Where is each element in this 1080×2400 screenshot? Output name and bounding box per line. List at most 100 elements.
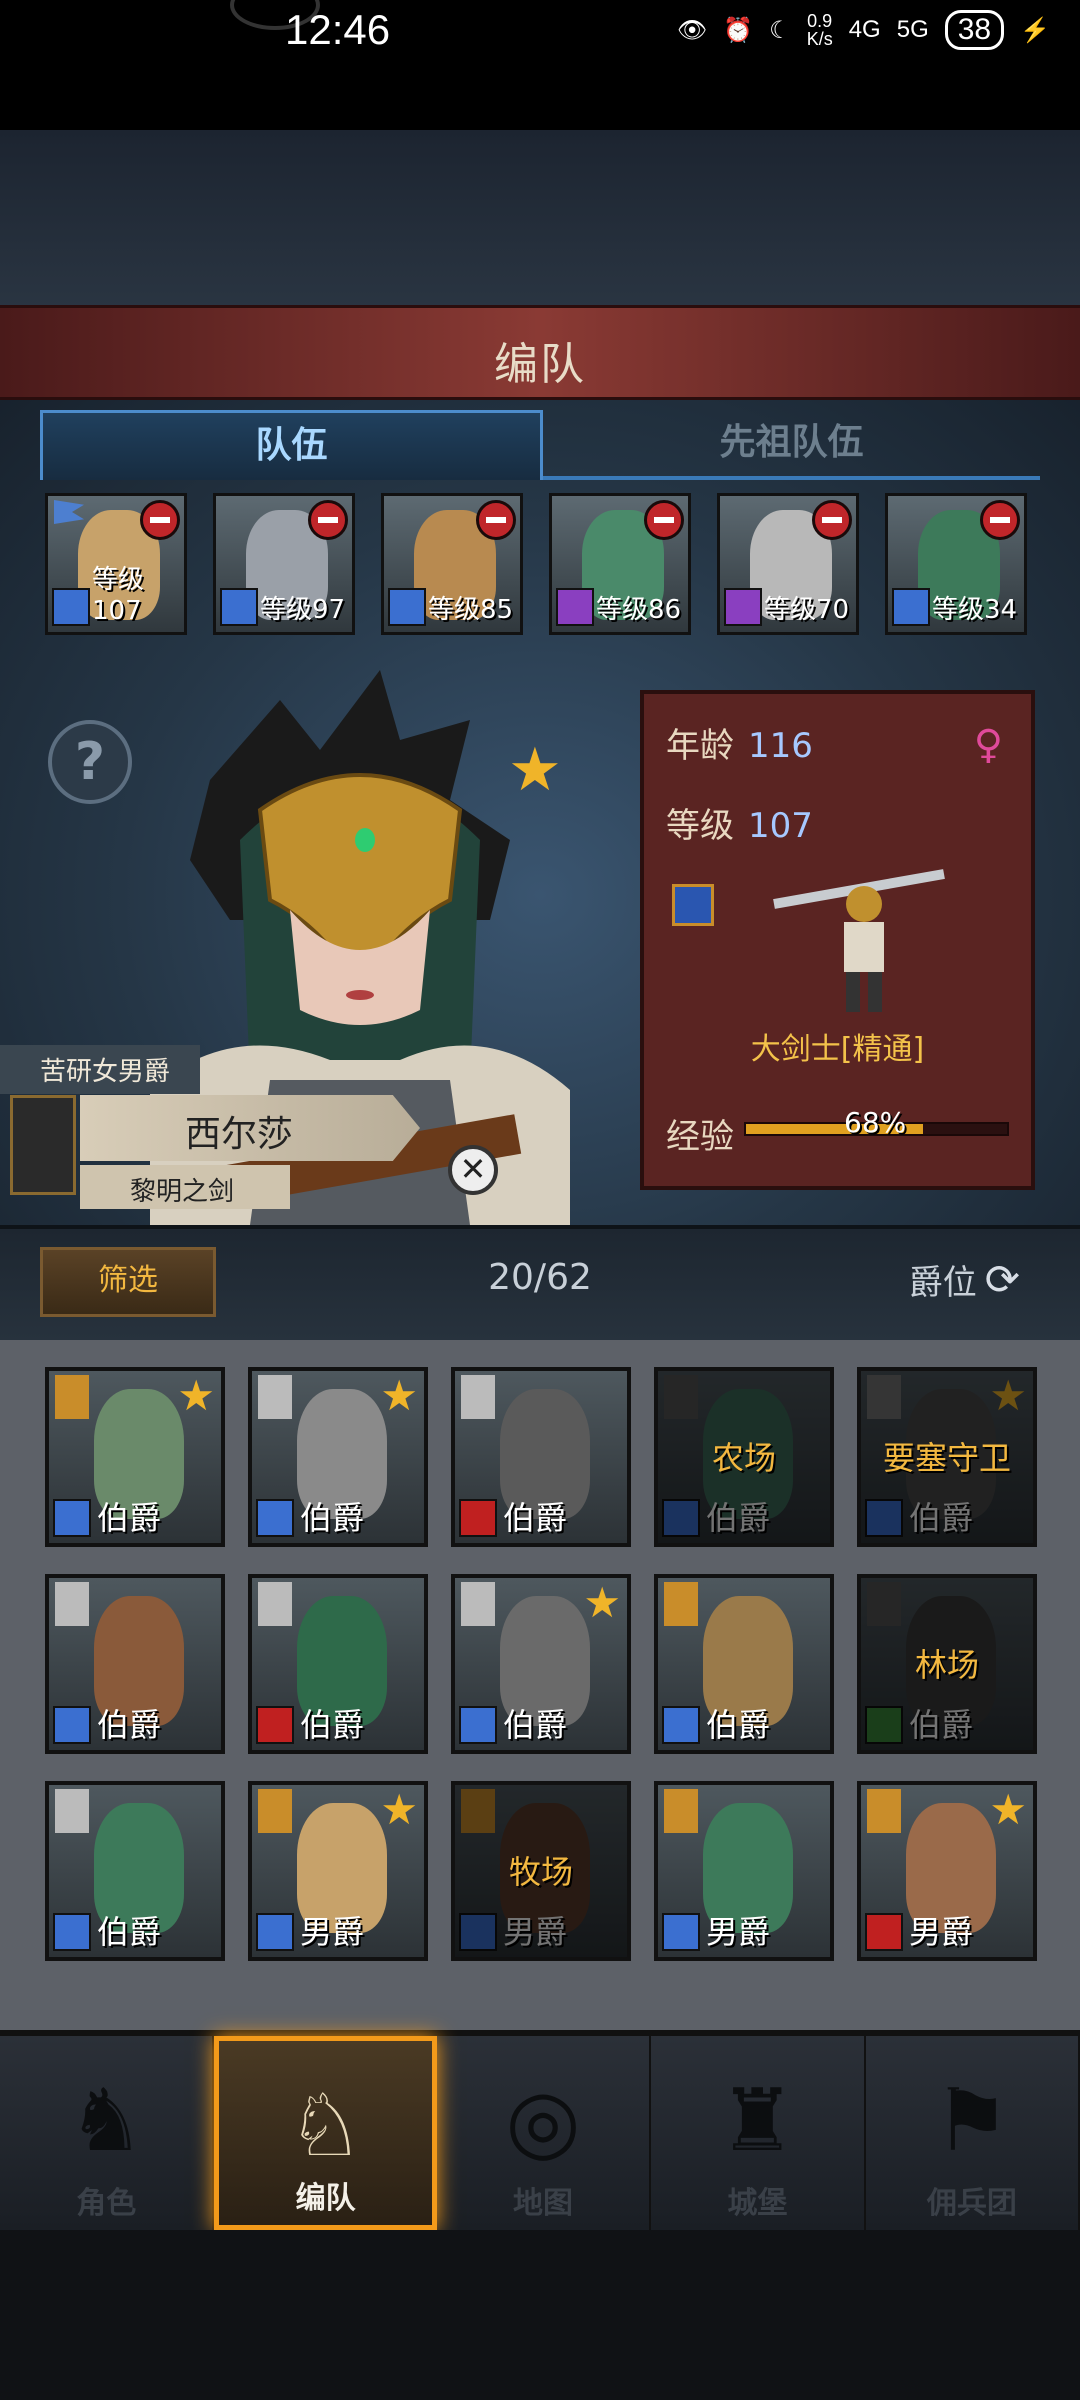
squad-member-6[interactable]: 等级34 [885,493,1027,635]
banner-icon [258,1375,292,1419]
remove-member-icon[interactable] [308,500,348,540]
nav-item-1[interactable]: ♘ 编队 [214,2036,437,2230]
tab-team[interactable]: 队伍 [40,410,543,480]
nav-item-2[interactable]: ◎ 地图 [437,2036,652,2230]
roster-card[interactable]: 伯爵 [451,1367,631,1547]
roster-card[interactable]: ★ 男爵 [248,1781,428,1961]
tab-ancestor-team[interactable]: 先祖队伍 [543,410,1040,480]
class-icon [459,1913,497,1951]
roster-card[interactable]: 伯爵 农场 [654,1367,834,1547]
hero-name: 西尔莎 [185,1114,294,1155]
squad-member-4[interactable]: 等级86 [549,493,691,635]
remove-hero-button[interactable]: ✕ [448,1145,498,1195]
squad-member-1[interactable]: 等级107 [45,493,187,635]
roster-card[interactable]: 伯爵 林场 [857,1574,1037,1754]
charging-icon: ⚡ [1020,16,1050,44]
assignment-label: 要塞守卫 [882,1439,1011,1477]
remove-member-icon[interactable] [812,500,852,540]
nav-label: 编队 [295,2181,356,2216]
rank-label: 男爵 [503,1913,568,1951]
remove-member-icon[interactable] [980,500,1020,540]
bottom-nav: ♞ 角色 ♘ 编队 ◎ 地图 ♜ 城堡 ⚑ 佣兵团 [0,2030,1080,2230]
member-level: 等级34 [932,595,1018,625]
rank-label: 伯爵 [909,1706,974,1744]
class-icon [662,1913,700,1951]
nav-item-0[interactable]: ♞ 角色 [0,2036,215,2230]
sort-button[interactable]: 爵位 ⟳ [909,1255,1020,1304]
class-icon [865,1706,903,1744]
member-level: 等级107 [92,565,145,626]
assignment-label: 牧场 [508,1853,573,1891]
tab-bar: 队伍 先祖队伍 [40,410,1040,480]
rank-label: 伯爵 [300,1499,365,1537]
hero-tag: 苦研女男爵 [0,1045,201,1094]
member-level: 等级97 [260,595,346,625]
roster-card[interactable]: ★ 男爵 [857,1781,1037,1961]
nav-icon: ♘ [287,2076,365,2176]
banner-icon [664,1375,698,1419]
roster-card[interactable]: ★ 伯爵 [248,1367,428,1547]
nav-icon: ♞ [67,2071,145,2171]
clock: 12:46 [285,6,391,53]
nav-label: 地图 [513,2186,574,2221]
page-title: 编队 [494,339,586,390]
remove-member-icon[interactable] [644,500,684,540]
star-icon: ★ [508,735,562,805]
roster-card[interactable]: ★ 伯爵 要塞守卫 [857,1367,1037,1547]
banner-icon [258,1582,292,1626]
roster-card[interactable]: ★ 伯爵 [451,1574,631,1754]
class-icon [256,1499,294,1537]
remove-member-icon[interactable] [476,500,516,540]
class-icon [724,588,762,626]
squad-member-5[interactable]: 等级70 [717,493,859,635]
nav-item-3[interactable]: ♜ 城堡 [651,2036,866,2230]
remove-member-icon[interactable] [140,500,180,540]
roster-panel: ★ 伯爵 ★ 伯爵 伯爵 伯爵 农场 ★ 伯爵 要塞守卫 伯爵 伯爵 ★ 伯爵 伯爵 伯爵 林场 伯爵 ★ 男爵 男爵牧… [0,1340,1080,2040]
class-icon [892,588,930,626]
rank-label: 伯爵 [503,1499,568,1537]
nav-icon: ♜ [718,2071,796,2171]
star-icon: ★ [989,1785,1027,1834]
rank-label: 伯爵 [97,1913,162,1951]
roster-card[interactable]: ★ 伯爵 [45,1367,225,1547]
nav-item-4[interactable]: ⚑ 佣兵团 [866,2036,1080,2230]
roster-card[interactable]: 伯爵 [45,1574,225,1754]
exp-percent: 68% [844,1106,907,1139]
unit-sprite [773,869,945,1012]
banner-icon [461,1375,495,1419]
hero-title: 黎明之剑 [130,1177,235,1207]
roster-card[interactable]: 伯爵 [248,1574,428,1754]
faction-emblem-icon [10,1095,76,1195]
battery-indicator: 38 [944,10,1005,50]
rank-label: 伯爵 [706,1499,771,1537]
squad-member-2[interactable]: 等级97 [213,493,355,635]
banner-icon [867,1582,901,1626]
female-icon: ♀ [973,722,1003,768]
assignment-label: 农场 [711,1439,776,1477]
roster-card[interactable]: 伯爵 [45,1781,225,1961]
roster-card[interactable]: 伯爵 [654,1574,834,1754]
star-icon: ★ [989,1371,1027,1420]
alarm-icon: ⏰ [723,16,754,44]
team-panel: 队伍 先祖队伍 等级107 等级97 等级85 等级86 等级70 等级34 ? ★ 年龄… [0,400,1080,1225]
roster-card[interactable]: 男爵 牧场 [451,1781,631,1961]
banner-icon [867,1789,901,1833]
assignment-label: 林场 [914,1646,979,1684]
star-icon: ★ [583,1578,621,1627]
hero-name-plate: 苦研女男爵 西尔莎 黎明之剑 ✕ [0,1045,560,1225]
header-backdrop [0,130,1080,310]
sword-class-icon [672,884,714,926]
squad-member-3[interactable]: 等级85 [381,493,523,635]
signal-4g: 4G [848,16,881,43]
refresh-icon: ⟳ [984,1255,1020,1304]
navigation-bar-area [0,2230,1080,2400]
banner-icon [55,1582,89,1626]
banner-icon [664,1789,698,1833]
nav-icon: ◎ [505,2071,581,2171]
rank-label: 伯爵 [503,1706,568,1744]
nav-label: 佣兵团 [926,2186,1017,2221]
roster-card[interactable]: 男爵 [654,1781,834,1961]
status-bar: 12:46 👁 ⏰ ☾ 0.9 K/s 4G 5G 38 ⚡ [0,0,1080,70]
help-button[interactable]: ? [48,720,132,804]
banner-icon [55,1789,89,1833]
